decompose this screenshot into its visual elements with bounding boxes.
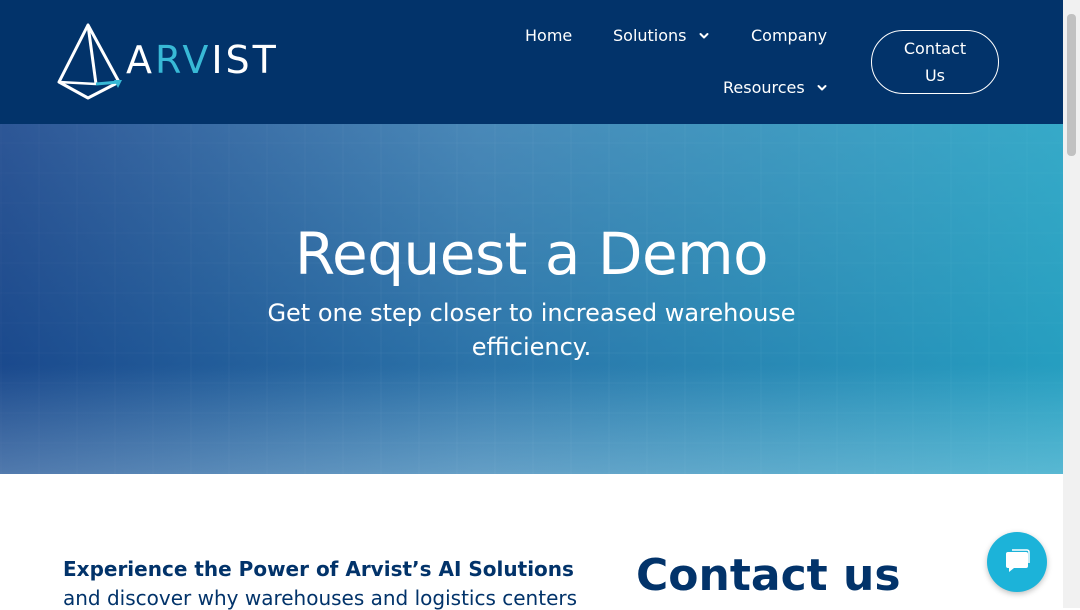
nav-solutions[interactable]: Solutions xyxy=(613,26,709,45)
chat-widget-button[interactable] xyxy=(987,532,1047,592)
hero-title: Request a Demo xyxy=(294,220,769,288)
nav-resources[interactable]: Resources xyxy=(723,78,827,97)
site-header: ARVIST Home Solutions Company Resources … xyxy=(0,0,1063,124)
nav-home-label: Home xyxy=(525,26,573,45)
chat-icon xyxy=(1006,549,1030,572)
logo-text-prefix: A xyxy=(126,38,155,82)
hero-background-image xyxy=(0,364,1063,474)
nav-company-label: Company xyxy=(751,26,828,45)
nav-company[interactable]: Company xyxy=(751,26,827,45)
contact-us-button-label: Contact Us xyxy=(903,39,967,85)
contact-us-button[interactable]: Contact Us xyxy=(871,30,999,94)
hero-subtitle: Get one step closer to increased warehou… xyxy=(0,296,1063,364)
hero-subtitle-line2: efficiency. xyxy=(471,333,592,361)
hero-subtitle-line1: Get one step closer to increased warehou… xyxy=(267,299,796,327)
intro-body: and discover why warehouses and logistic… xyxy=(63,586,578,610)
nav-resources-label: Resources xyxy=(723,78,805,97)
chevron-down-icon xyxy=(699,32,709,38)
chevron-down-icon xyxy=(817,84,827,90)
nav-solutions-label: Solutions xyxy=(613,26,687,45)
scrollbar-thumb[interactable] xyxy=(1067,14,1076,156)
hero-banner: Request a Demo Get one step closer to in… xyxy=(0,124,1063,474)
contact-heading: Contact us xyxy=(636,550,901,601)
page-scrollbar[interactable] xyxy=(1063,0,1080,608)
diamond-prism-icon xyxy=(57,23,122,100)
logo-text-suffix: IST xyxy=(211,38,279,82)
intro-heading: Experience the Power of Arvist’s AI Solu… xyxy=(63,557,574,581)
arvist-logo[interactable]: ARVIST xyxy=(56,22,286,102)
logo-text-accent: RV xyxy=(155,38,212,82)
logo-wordmark: ARVIST xyxy=(126,38,279,82)
nav-home[interactable]: Home xyxy=(525,26,572,45)
